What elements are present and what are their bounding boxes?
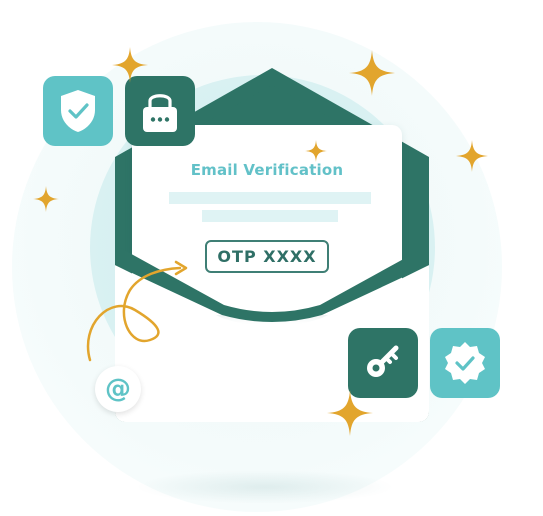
key-icon <box>367 345 399 377</box>
at-sign-icon: @ <box>95 366 141 412</box>
padlock-icon <box>143 94 177 132</box>
sparkle-icon <box>349 50 395 96</box>
shield-check-icon <box>61 90 95 132</box>
sparkle-icon <box>327 390 373 436</box>
shield-tile <box>43 76 113 146</box>
lock-tile <box>125 76 195 146</box>
ground-shadow <box>135 470 395 504</box>
verified-badge-icon <box>445 342 485 384</box>
curly-arrow <box>86 260 188 362</box>
sparkle-icon <box>33 186 59 212</box>
sparkle-icon <box>456 140 488 172</box>
verified-tile <box>430 328 500 398</box>
sparkle-icon <box>112 47 148 83</box>
illustration-scene: Email Verification OTP XXXX @ <box>0 0 543 516</box>
key-tile <box>348 328 418 398</box>
sparkle-icon <box>305 140 327 162</box>
